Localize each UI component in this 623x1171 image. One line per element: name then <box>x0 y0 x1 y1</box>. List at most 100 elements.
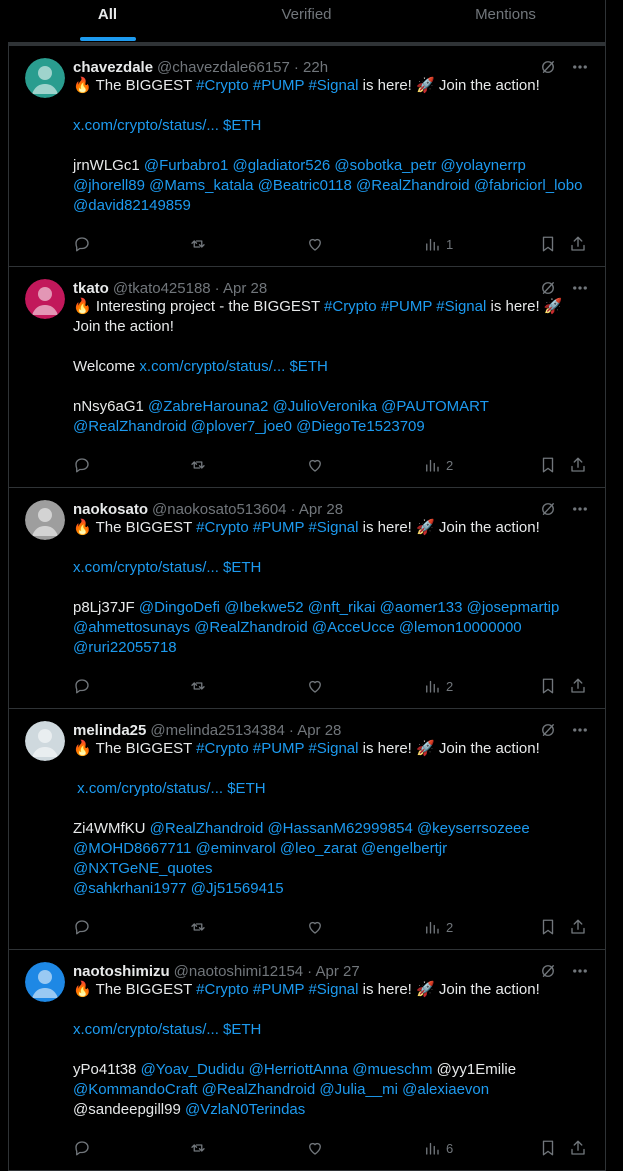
avatar[interactable] <box>25 58 65 98</box>
user-handle[interactable]: @chavezdale66157 <box>157 59 290 76</box>
post-line: @MOHD8667711 @eminvarol @leo_zarat @enge… <box>73 839 589 879</box>
like-button[interactable] <box>306 918 324 936</box>
post-link[interactable]: x.com/crypto/status/... $ETH <box>73 117 261 134</box>
tab-mentions[interactable]: Mentions <box>406 0 605 43</box>
post-line: x.com/crypto/status/... $ETH <box>73 558 589 578</box>
views-button[interactable]: 1 <box>423 235 453 253</box>
username[interactable]: melinda25 <box>73 722 146 739</box>
post-time[interactable]: · Apr 28 <box>291 501 344 518</box>
post-link[interactable]: @VzlaN0Terindas <box>185 1101 305 1118</box>
post-actions: 2 <box>73 905 589 949</box>
user-handle[interactable]: @tkato425188 <box>113 280 211 297</box>
repost-button[interactable] <box>189 235 207 253</box>
tab-verified[interactable]: Verified <box>207 0 406 43</box>
repost-button[interactable] <box>189 918 207 936</box>
more-options-icon[interactable] <box>571 721 589 739</box>
post-link[interactable]: x.com/crypto/status/... $ETH <box>139 358 327 375</box>
post-text-segment: 🔥 Interesting project - the BIGGEST <box>73 298 325 315</box>
post-link[interactable]: @sahkrhani1977 @Jj51569415 <box>73 880 284 897</box>
share-button[interactable] <box>569 235 587 253</box>
post-link[interactable]: @KommandoCraft @RealZhandroid @Julia__mi… <box>73 1081 489 1098</box>
bookmark-button[interactable] <box>539 235 557 253</box>
more-options-icon[interactable] <box>571 279 589 297</box>
user-handle[interactable]: @naokosato513604 <box>152 501 287 518</box>
user-handle[interactable]: @melinda25134384 <box>150 722 285 739</box>
grok-icon[interactable] <box>539 58 557 76</box>
post-text-segment: is here! 🚀 Join the action! <box>358 519 540 536</box>
post-link[interactable]: @ruri22055718 <box>73 639 177 656</box>
avatar[interactable] <box>25 962 65 1002</box>
reply-button[interactable] <box>73 1139 91 1157</box>
post-header: chavezdale @chavezdale66157 · 22h <box>73 56 589 78</box>
post-link[interactable]: @RealZhandroid @plover7_joe0 @DiegoTe152… <box>73 418 425 435</box>
post-link[interactable]: x.com/crypto/status/... $ETH <box>73 1021 261 1038</box>
post-link[interactable]: #Crypto #PUMP #Signal <box>196 519 358 536</box>
post-time[interactable]: · Apr 27 <box>307 963 360 980</box>
reply-button[interactable] <box>73 677 91 695</box>
grok-icon[interactable] <box>539 500 557 518</box>
avatar[interactable] <box>25 279 65 319</box>
post-link[interactable]: #Crypto #PUMP #Signal <box>196 77 358 94</box>
username[interactable]: tkato <box>73 280 109 297</box>
share-button[interactable] <box>569 918 587 936</box>
post-link[interactable]: @Yoav_Dudidu @HerriottAnna @mueschm <box>141 1061 433 1078</box>
username[interactable]: naokosato <box>73 501 148 518</box>
repost-button[interactable] <box>189 1139 207 1157</box>
post-link[interactable]: #Crypto #PUMP #Signal <box>196 740 358 757</box>
grok-icon[interactable] <box>539 279 557 297</box>
grok-icon[interactable] <box>539 721 557 739</box>
post[interactable]: chavezdale @chavezdale66157 · 22h 🔥 The … <box>8 46 606 267</box>
username[interactable]: naotoshimizu <box>73 963 170 980</box>
views-button[interactable]: 6 <box>423 1139 453 1157</box>
post-link[interactable]: @jhorell89 @Mams_katala @Beatric0118 @Re… <box>73 177 582 194</box>
tab-all[interactable]: All <box>8 0 207 43</box>
post[interactable]: naokosato @naokosato513604 · Apr 28 🔥 Th… <box>8 488 606 709</box>
post-link[interactable]: @ahmettosunays @RealZhandroid @AcceUcce … <box>73 619 522 636</box>
share-button[interactable] <box>569 1139 587 1157</box>
avatar[interactable] <box>25 500 65 540</box>
post-link[interactable]: @david82149859 <box>73 197 191 214</box>
username[interactable]: chavezdale <box>73 59 153 76</box>
reply-button[interactable] <box>73 456 91 474</box>
grok-icon[interactable] <box>539 962 557 980</box>
bookmark-button[interactable] <box>539 456 557 474</box>
bookmark-button[interactable] <box>539 918 557 936</box>
views-button[interactable]: 2 <box>423 456 453 474</box>
post-link[interactable]: @ZabreHarouna2 @JulioVeronika @PAUTOMART <box>148 398 489 415</box>
share-button[interactable] <box>569 456 587 474</box>
share-button[interactable] <box>569 677 587 695</box>
like-button[interactable] <box>306 235 324 253</box>
repost-button[interactable] <box>189 677 207 695</box>
post-time[interactable]: · Apr 28 <box>215 280 268 297</box>
post-line: @ruri22055718 <box>73 638 589 658</box>
reply-button[interactable] <box>73 235 91 253</box>
bookmark-button[interactable] <box>539 677 557 695</box>
post-time[interactable]: · Apr 28 <box>289 722 342 739</box>
post-link[interactable]: @Furbabro1 @gladiator526 @sobotka_petr @… <box>144 157 526 174</box>
views-button[interactable]: 2 <box>423 677 453 695</box>
bookmark-button[interactable] <box>539 1139 557 1157</box>
avatar[interactable] <box>25 721 65 761</box>
post-link[interactable]: #Crypto #PUMP #Signal <box>324 298 486 315</box>
views-button[interactable]: 2 <box>423 918 453 936</box>
like-button[interactable] <box>306 456 324 474</box>
more-options-icon[interactable] <box>571 962 589 980</box>
post-time[interactable]: · 22h <box>294 59 328 76</box>
post-link[interactable]: x.com/crypto/status/... $ETH <box>73 780 265 797</box>
post[interactable]: tkato @tkato425188 · Apr 28 🔥 Interestin… <box>8 267 606 488</box>
repost-button[interactable] <box>189 456 207 474</box>
post-link[interactable]: x.com/crypto/status/... $ETH <box>73 559 261 576</box>
post-link[interactable]: #Crypto #PUMP #Signal <box>196 981 358 998</box>
like-button[interactable] <box>306 677 324 695</box>
post[interactable]: melinda25 @melinda25134384 · Apr 28 🔥 Th… <box>8 709 606 950</box>
post[interactable]: naotoshimizu @naotoshimi12154 · Apr 27 🔥… <box>8 950 606 1171</box>
views-icon <box>426 921 439 934</box>
post-link[interactable]: @DingoDefi @Ibekwe52 @nft_rikai @aomer13… <box>139 599 559 616</box>
reply-button[interactable] <box>73 918 91 936</box>
post-link[interactable]: @RealZhandroid @HassanM62999854 @keyserr… <box>150 820 530 837</box>
post-link[interactable]: @MOHD8667711 @eminvarol @leo_zarat @enge… <box>73 840 451 877</box>
like-button[interactable] <box>306 1139 324 1157</box>
more-options-icon[interactable] <box>571 500 589 518</box>
more-options-icon[interactable] <box>571 58 589 76</box>
user-handle[interactable]: @naotoshimi12154 <box>174 963 303 980</box>
